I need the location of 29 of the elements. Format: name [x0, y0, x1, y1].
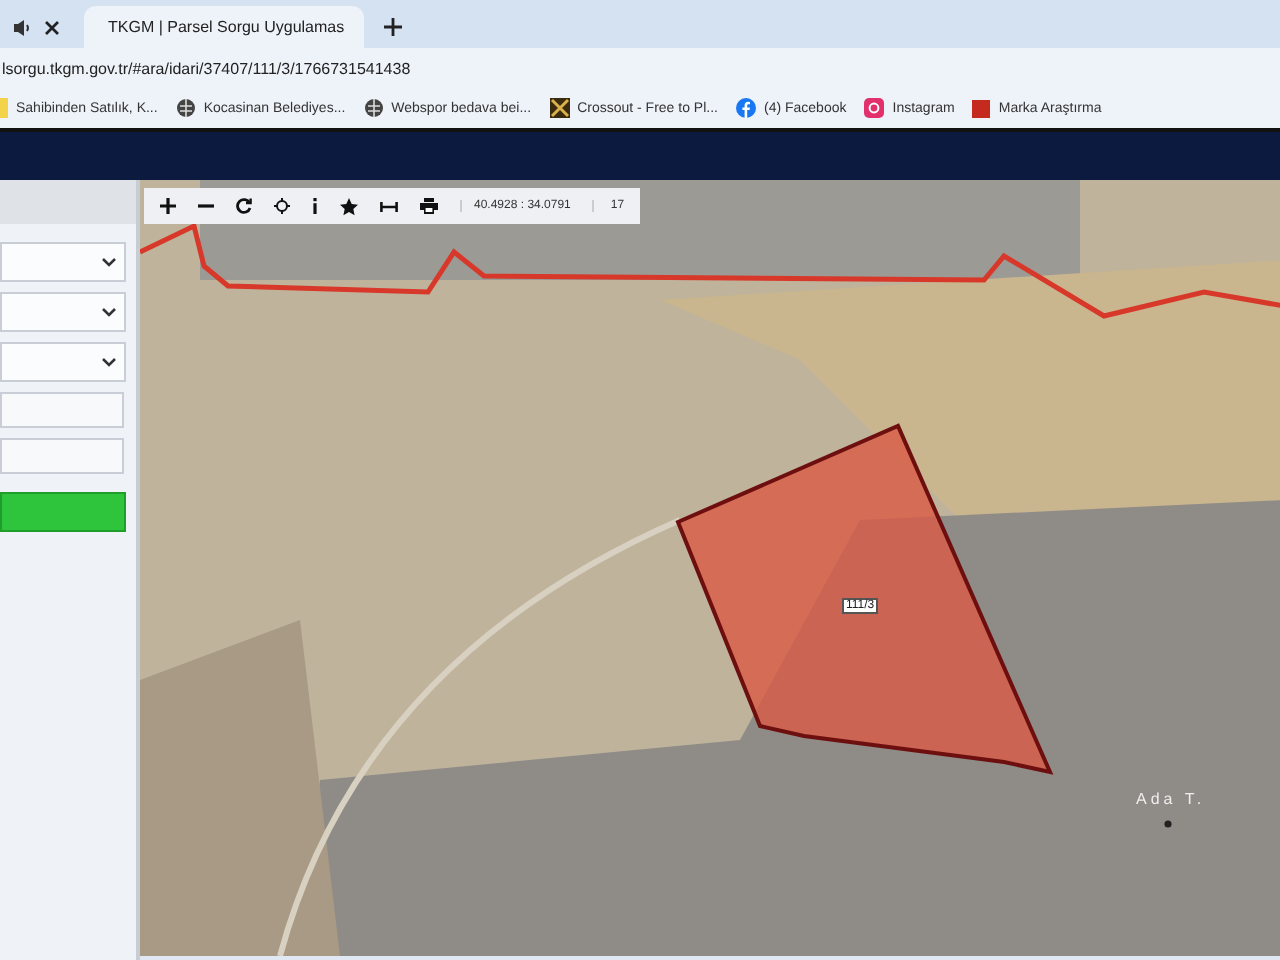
point-marker: [1164, 820, 1172, 828]
input-field[interactable]: [0, 392, 124, 428]
square-icon: [972, 99, 991, 117]
zoom-out-icon[interactable]: [198, 198, 214, 214]
info-icon[interactable]: [312, 198, 318, 214]
globe-icon: [363, 98, 384, 118]
crosshair-icon[interactable]: [274, 198, 290, 214]
facebook-icon: [736, 98, 756, 118]
zoom-in-icon[interactable]: [160, 198, 176, 214]
print-icon[interactable]: [420, 198, 438, 214]
sidebar-header: [0, 180, 136, 224]
measure-icon[interactable]: [380, 199, 398, 213]
camera-icon: [864, 98, 885, 118]
new-tab-icon[interactable]: [384, 18, 402, 36]
star-icon[interactable]: [340, 197, 358, 215]
grid-icon: [549, 98, 570, 118]
chevron-icon: [102, 307, 116, 317]
refresh-icon[interactable]: [236, 198, 252, 214]
folder-icon: [0, 98, 8, 118]
chevron-icon: [102, 357, 116, 367]
globe-icon: [175, 98, 196, 118]
chevron-icon: [102, 257, 116, 267]
place-label: Ada T.: [1136, 790, 1206, 808]
url-text[interactable]: lsorgu.tkgm.gov.tr/#ara/idari/37407/111/3/1766731541438: [2, 59, 411, 77]
tab-title: TKGM | Parsel Sorgu Uygulamas: [108, 18, 345, 36]
parcel-shape[interactable]: [675, 423, 1054, 775]
input-field[interactable]: [0, 438, 124, 474]
browser-tab[interactable]: TKGM | Parsel Sorgu Uygulamas: [84, 6, 364, 48]
close-icon[interactable]: [44, 19, 60, 35]
